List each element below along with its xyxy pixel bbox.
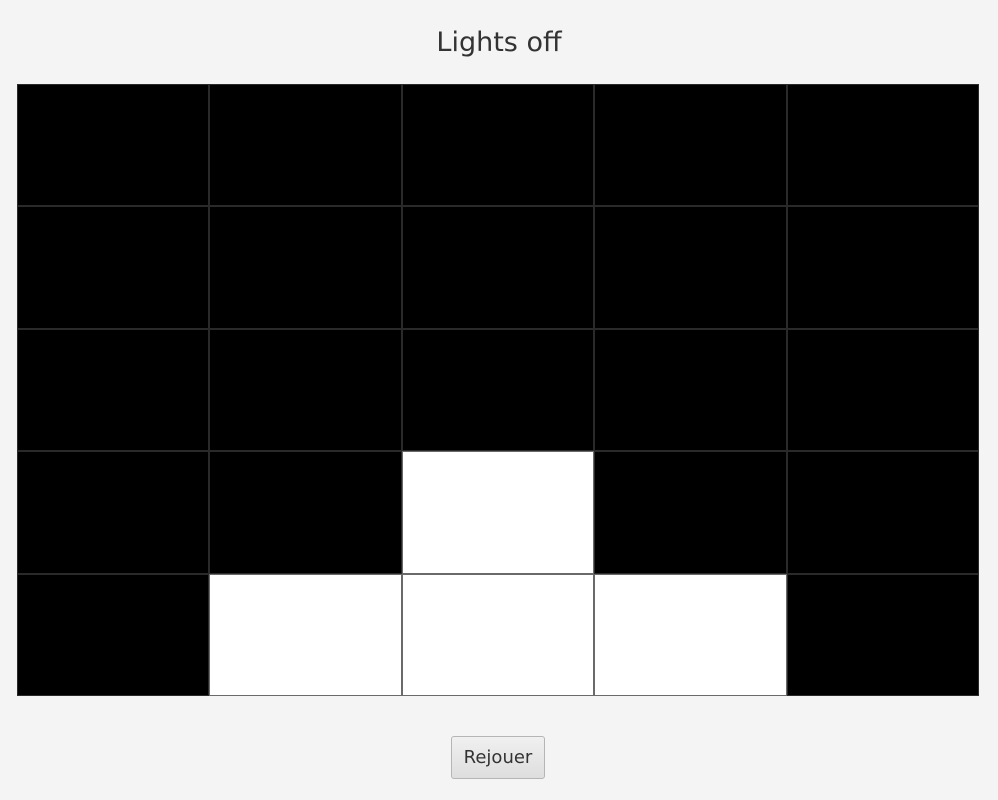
- light-cell-r2-c5[interactable]: [787, 206, 979, 329]
- light-cell-r5-c3[interactable]: [402, 574, 594, 696]
- light-cell-r1-c4[interactable]: [594, 84, 787, 206]
- light-cell-r3-c4[interactable]: [594, 329, 787, 451]
- light-cell-r4-c2[interactable]: [209, 451, 402, 574]
- replay-button[interactable]: Rejouer: [451, 736, 545, 779]
- light-cell-r1-c1[interactable]: [17, 84, 209, 206]
- light-cell-r4-c1[interactable]: [17, 451, 209, 574]
- light-cell-r2-c4[interactable]: [594, 206, 787, 329]
- light-cell-r5-c1[interactable]: [17, 574, 209, 696]
- light-cell-r5-c2[interactable]: [209, 574, 402, 696]
- light-cell-r4-c5[interactable]: [787, 451, 979, 574]
- light-cell-r2-c3[interactable]: [402, 206, 594, 329]
- light-cell-r4-c3[interactable]: [402, 451, 594, 574]
- light-cell-r1-c2[interactable]: [209, 84, 402, 206]
- light-grid: [17, 84, 979, 696]
- light-cell-r3-c3[interactable]: [402, 329, 594, 451]
- light-cell-r3-c2[interactable]: [209, 329, 402, 451]
- light-cell-r3-c1[interactable]: [17, 329, 209, 451]
- light-cell-r1-c5[interactable]: [787, 84, 979, 206]
- game-title: Lights off: [436, 27, 562, 58]
- light-cell-r4-c4[interactable]: [594, 451, 787, 574]
- light-cell-r5-c4[interactable]: [594, 574, 787, 696]
- light-cell-r3-c5[interactable]: [787, 329, 979, 451]
- light-cell-r5-c5[interactable]: [787, 574, 979, 696]
- light-cell-r2-c1[interactable]: [17, 206, 209, 329]
- light-cell-r2-c2[interactable]: [209, 206, 402, 329]
- light-cell-r1-c3[interactable]: [402, 84, 594, 206]
